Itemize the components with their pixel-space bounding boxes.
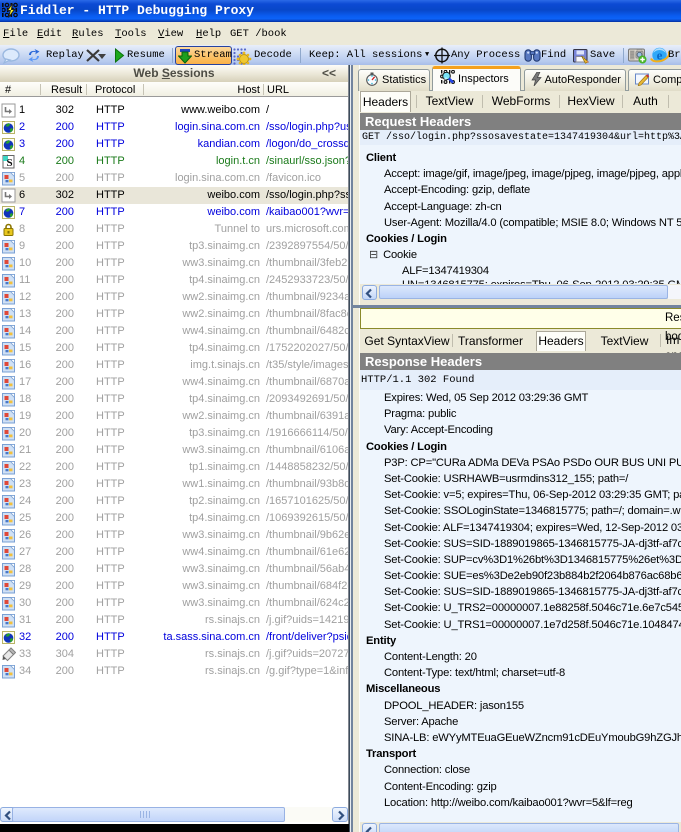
svg-text:S: S xyxy=(6,157,12,169)
